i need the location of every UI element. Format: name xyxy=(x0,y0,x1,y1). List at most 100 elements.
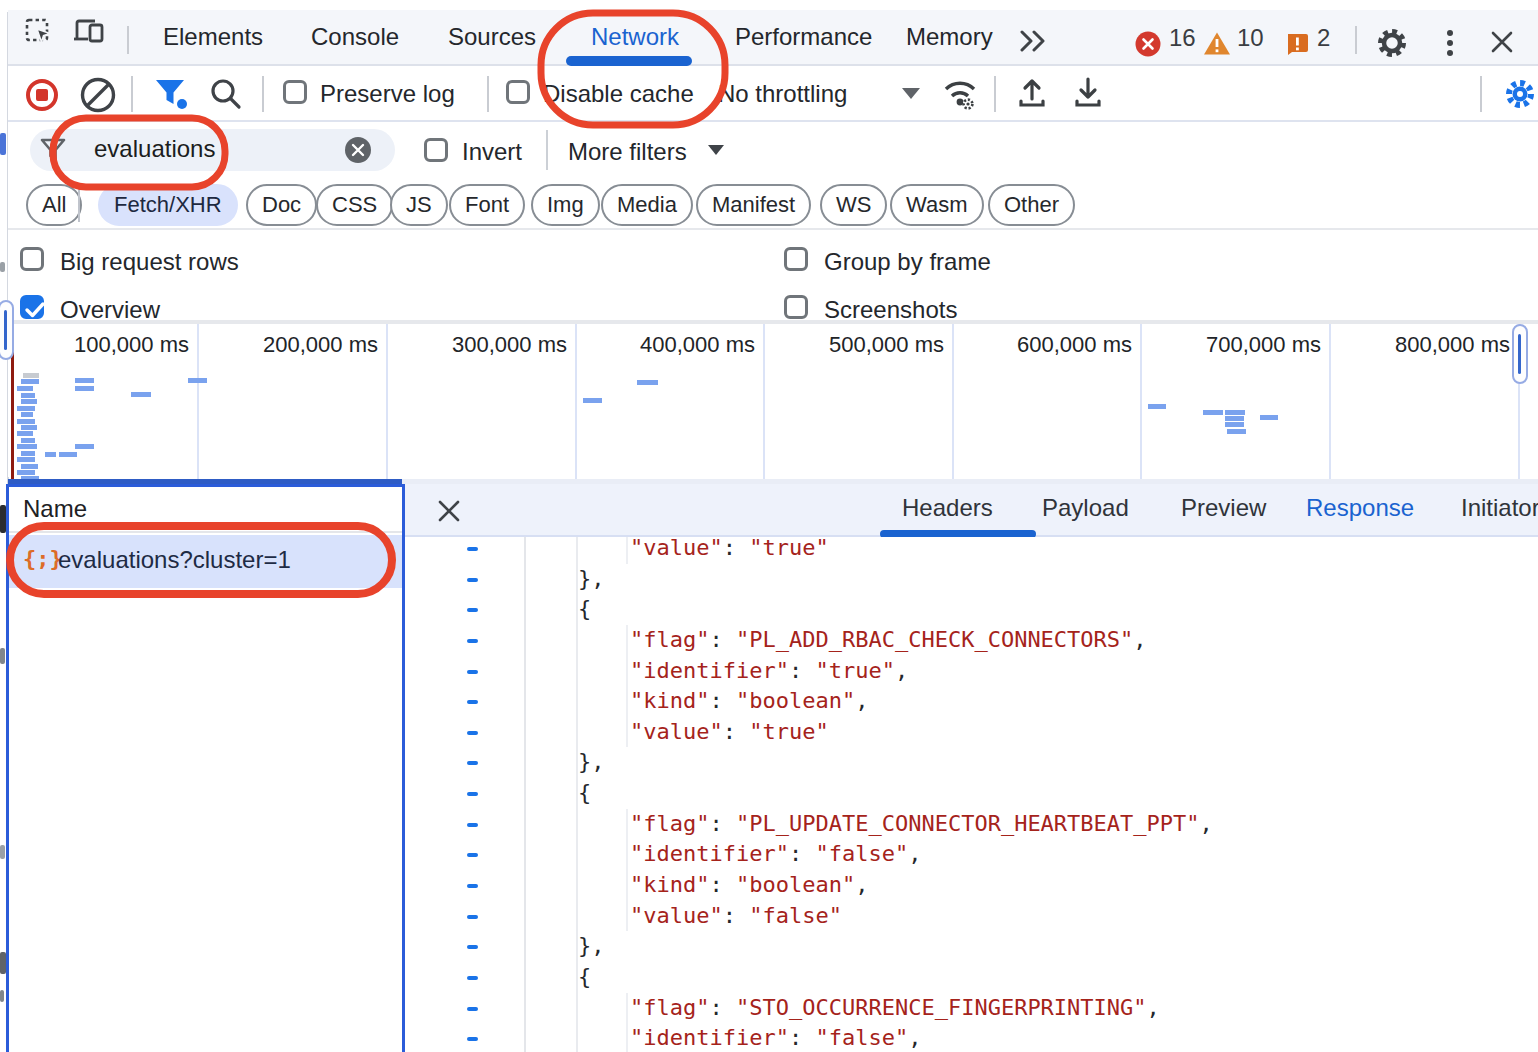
fold-marker-icon[interactable] xyxy=(467,976,478,980)
request-bar xyxy=(17,470,35,475)
resource-chip[interactable]: WS xyxy=(820,184,887,226)
export-har-icon[interactable] xyxy=(1074,77,1102,109)
code-line: }, xyxy=(406,931,1538,962)
resource-chip[interactable]: Doc xyxy=(246,184,317,226)
request-bar xyxy=(59,452,77,457)
fold-marker-icon[interactable] xyxy=(467,884,478,888)
fold-marker-icon[interactable] xyxy=(467,547,478,551)
fold-marker-icon[interactable] xyxy=(467,1037,478,1041)
more-options-icon[interactable] xyxy=(1446,29,1454,57)
fold-marker-icon[interactable] xyxy=(467,639,478,643)
tab-response[interactable]: Response xyxy=(1306,494,1414,522)
group-by-frame-label: Group by frame xyxy=(824,248,991,276)
inspect-element-icon[interactable] xyxy=(24,17,54,47)
request-row-selected[interactable]: {;} evaluations?cluster=1 xyxy=(9,535,402,588)
request-bar xyxy=(17,457,35,462)
separator xyxy=(127,26,129,54)
response-content[interactable]: "value": "true" }, { "flag": "PL_ADD_RBA… xyxy=(406,537,1538,1052)
tab-memory[interactable]: Memory xyxy=(906,10,993,64)
search-icon[interactable] xyxy=(207,76,245,114)
fold-marker-icon[interactable] xyxy=(467,670,478,674)
more-tabs-icon[interactable] xyxy=(1018,30,1048,52)
resource-chip[interactable]: Font xyxy=(449,184,525,226)
page-fragment xyxy=(0,133,6,155)
network-conditions-icon[interactable] xyxy=(942,75,978,113)
overview-right-handle[interactable] xyxy=(1512,324,1528,384)
fold-marker-icon[interactable] xyxy=(467,761,478,765)
request-bar xyxy=(21,438,35,443)
filter-input[interactable]: evaluations xyxy=(30,129,395,171)
import-har-icon[interactable] xyxy=(1018,77,1046,109)
resource-chip[interactable]: All xyxy=(26,184,82,226)
request-bar xyxy=(131,392,151,397)
tab-initiator[interactable]: Initiator xyxy=(1461,494,1538,522)
page-fragment xyxy=(0,990,4,1002)
separator xyxy=(994,76,996,112)
separator xyxy=(546,130,548,170)
name-column-header[interactable]: Name xyxy=(23,495,87,523)
settings-gear-icon[interactable] xyxy=(1376,27,1408,59)
code-line: "flag": "PL_UPDATE_CONNECTOR_HEARTBEAT_P… xyxy=(406,809,1538,840)
overview-checkbox[interactable] xyxy=(20,295,44,319)
fold-marker-icon[interactable] xyxy=(467,1007,478,1011)
resource-chip[interactable]: Fetch/XHR xyxy=(98,184,238,226)
code-line: { xyxy=(406,594,1538,625)
tab-headers[interactable]: Headers xyxy=(902,494,993,522)
preserve-log-checkbox[interactable] xyxy=(283,80,307,104)
code-line: "value": "true" xyxy=(406,717,1538,748)
request-bar xyxy=(21,379,39,384)
throttling-select[interactable]: No throttling xyxy=(718,78,847,110)
resource-chip[interactable]: Manifest xyxy=(696,184,811,226)
page-fragment xyxy=(0,648,5,664)
invert-checkbox[interactable] xyxy=(424,138,448,162)
fold-marker-icon[interactable] xyxy=(467,608,478,612)
code-line: { xyxy=(406,962,1538,993)
resource-chip[interactable]: JS xyxy=(390,184,448,226)
fold-marker-icon[interactable] xyxy=(467,578,478,582)
device-toolbar-icon[interactable] xyxy=(72,17,106,47)
filter-icon[interactable] xyxy=(154,78,196,116)
tab-payload[interactable]: Payload xyxy=(1042,494,1129,522)
tab-sources[interactable]: Sources xyxy=(448,10,536,64)
page-fragment xyxy=(0,845,5,859)
request-list-header[interactable]: Name xyxy=(9,487,402,533)
fold-marker-icon[interactable] xyxy=(467,823,478,827)
record-network-log-icon[interactable] xyxy=(25,78,59,112)
request-bar xyxy=(1148,404,1166,409)
resource-chip[interactable]: Media xyxy=(601,184,693,226)
fold-marker-icon[interactable] xyxy=(467,945,478,949)
fold-marker-icon[interactable] xyxy=(467,731,478,735)
request-bar xyxy=(75,378,94,383)
issues-count-icon[interactable] xyxy=(1285,32,1309,56)
tab-console[interactable]: Console xyxy=(311,10,399,64)
more-filters-button[interactable]: More filters xyxy=(568,136,687,168)
disable-cache-checkbox[interactable] xyxy=(506,80,530,104)
close-icon[interactable] xyxy=(1490,30,1514,54)
screenshots-checkbox[interactable] xyxy=(784,295,808,319)
tab-preview[interactable]: Preview xyxy=(1181,494,1266,522)
code-line: "flag": "STO_OCCURRENCE_FINGERPRINTING", xyxy=(406,993,1538,1024)
error-count: 16 xyxy=(1169,22,1196,54)
error-count-icon[interactable] xyxy=(1135,31,1161,57)
request-detail-tabs: HeadersPayloadPreviewResponseInitiatorTi… xyxy=(405,484,1538,537)
resource-chip[interactable]: Wasm xyxy=(890,184,984,226)
resource-chip[interactable]: CSS xyxy=(316,184,393,226)
clear-network-log-icon[interactable] xyxy=(79,76,117,114)
resource-chip[interactable]: Img xyxy=(531,184,600,226)
throttling-dropdown-arrow-icon[interactable] xyxy=(902,88,920,99)
big-request-rows-checkbox[interactable] xyxy=(20,247,44,271)
group-by-frame-checkbox[interactable] xyxy=(784,247,808,271)
tab-elements[interactable]: Elements xyxy=(163,10,263,64)
fold-marker-icon[interactable] xyxy=(467,915,478,919)
warning-count-icon[interactable] xyxy=(1203,31,1231,56)
network-overview-timeline[interactable]: 100,000 ms200,000 ms300,000 ms400,000 ms… xyxy=(8,322,1538,477)
fold-marker-icon[interactable] xyxy=(467,700,478,704)
overview-left-handle[interactable] xyxy=(0,300,14,360)
fold-marker-icon[interactable] xyxy=(467,792,478,796)
resource-chip[interactable]: Other xyxy=(988,184,1075,226)
settings-gear-active-icon[interactable] xyxy=(1504,78,1536,110)
fold-marker-icon[interactable] xyxy=(467,853,478,857)
close-detail-icon[interactable] xyxy=(437,499,461,523)
tab-performance[interactable]: Performance xyxy=(735,10,872,64)
clear-filter-icon[interactable] xyxy=(345,137,371,163)
